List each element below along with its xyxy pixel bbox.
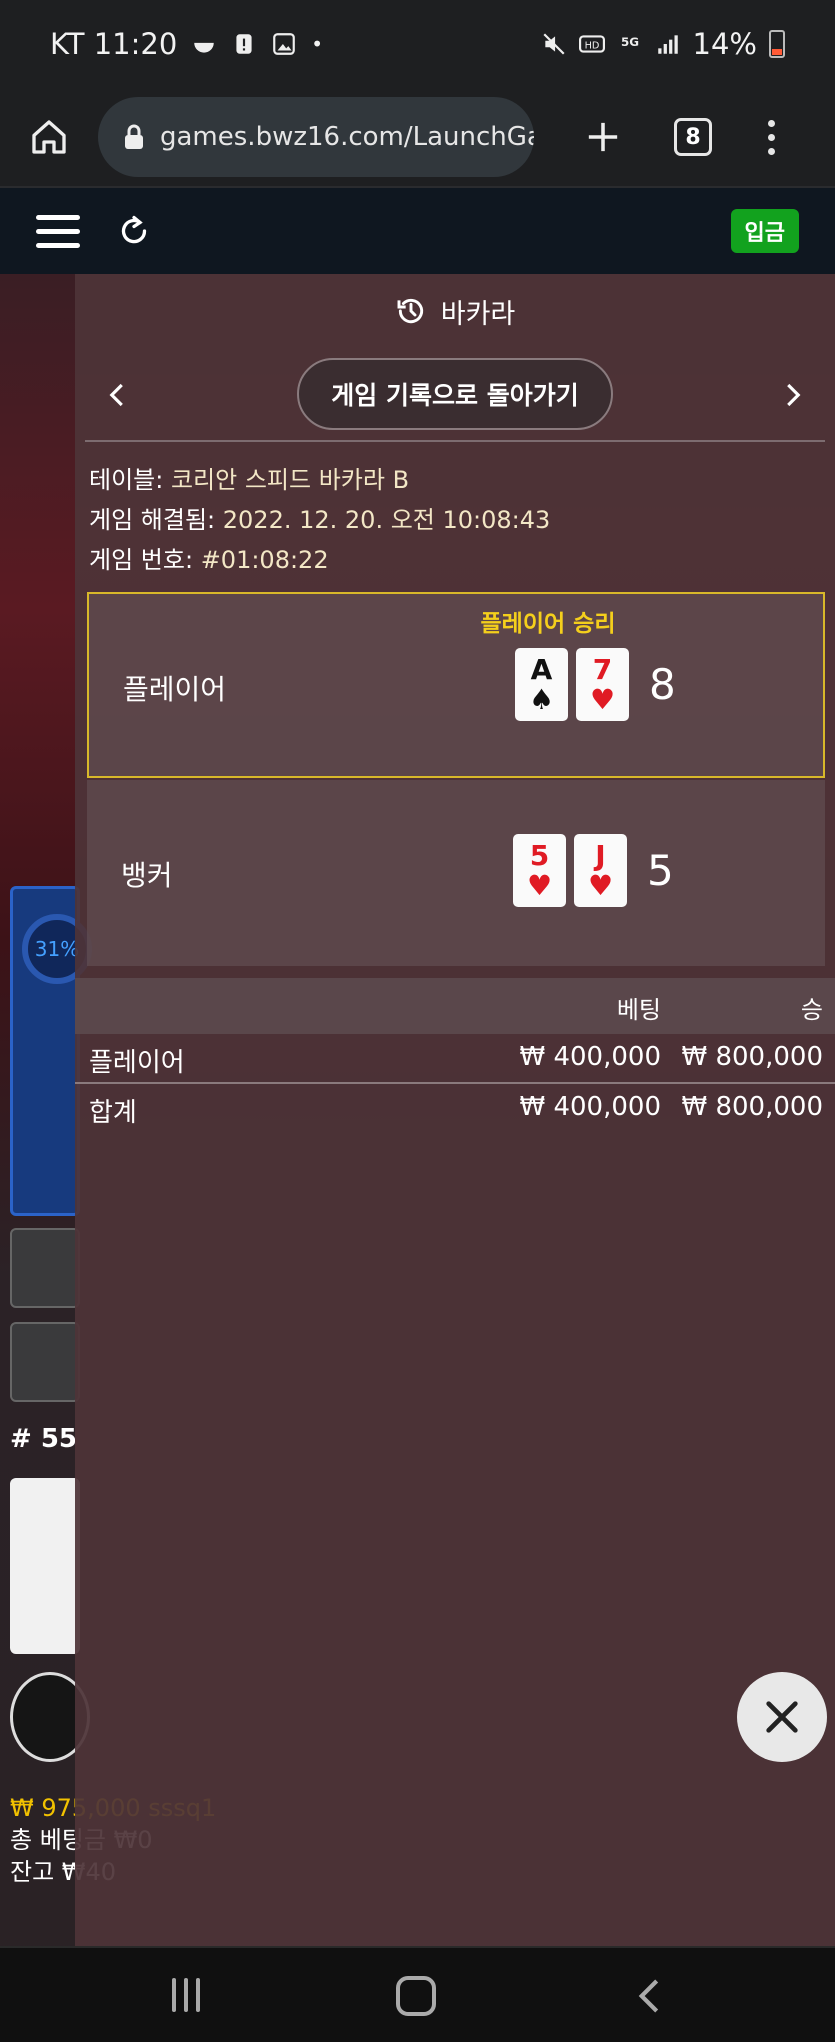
- bets-table-header: 베팅 승: [75, 978, 835, 1034]
- resolved-value: 2022. 12. 20. 오전 10:08:43: [222, 506, 551, 534]
- banker-hand: 뱅커 5 ♥ J ♥ 5: [87, 780, 825, 966]
- bet-amount: ₩ 400,000: [519, 1042, 662, 1072]
- banker-cards: 5 ♥ J ♥ 5: [513, 834, 674, 907]
- playing-card: A ♠: [515, 648, 568, 721]
- more-dot-icon: [767, 133, 775, 141]
- notification-bowl-icon: [194, 42, 215, 53]
- table-row: 합계 ₩ 400,000 ₩ 800,000: [75, 1084, 835, 1132]
- mute-icon: [543, 33, 565, 55]
- game-number-value: #01:08:22: [200, 546, 329, 574]
- panel-nav-row: 게임 기록으로 돌아가기: [75, 358, 835, 434]
- hd-icon: HD: [578, 35, 605, 53]
- bg-progress-label: 31%: [34, 937, 80, 961]
- close-icon: [766, 1701, 798, 1733]
- 5g-icon: 5G: [621, 35, 639, 49]
- lock-icon: [125, 124, 143, 149]
- banker-score: 5: [647, 846, 674, 895]
- hamburger-line: [36, 228, 80, 234]
- player-win-label: 플레이어 승리: [480, 611, 616, 637]
- total-bet-amount: ₩ 400,000: [519, 1092, 662, 1122]
- player-score: 8: [649, 660, 676, 709]
- chevron-left-icon[interactable]: [103, 380, 133, 410]
- playing-card: J ♥: [574, 834, 627, 907]
- player-hand-label: 플레이어: [123, 673, 227, 706]
- system-home-button[interactable]: [396, 1976, 436, 2016]
- address-bar[interactable]: games.bwz16.com/LaunchGar: [98, 97, 534, 177]
- home-button[interactable]: [14, 102, 84, 172]
- game-number-info: 게임 번호: #01:08:22: [89, 540, 329, 575]
- table-value: 코리안 스피드 바카라 B: [170, 466, 410, 494]
- playing-card: 5 ♥: [513, 834, 566, 907]
- url-text: games.bwz16.com/LaunchGar: [160, 122, 534, 152]
- divider: [85, 440, 825, 442]
- close-button[interactable]: [737, 1672, 827, 1762]
- deposit-button[interactable]: 입금: [730, 209, 799, 253]
- home-icon: [32, 120, 66, 154]
- chevron-right-icon[interactable]: [777, 380, 807, 410]
- plus-icon: [588, 122, 618, 152]
- signal-icon: [657, 35, 678, 54]
- tab-count: 8: [685, 124, 701, 150]
- app-header: 입금: [0, 188, 835, 274]
- status-bar: KT 11:20 • HD 5G 14%: [0, 0, 835, 88]
- resolved-label: 게임 해결됨:: [89, 506, 216, 534]
- total-win-amount: ₩ 800,000: [681, 1092, 824, 1122]
- heart-icon: ♥: [589, 682, 616, 716]
- heart-icon: ♥: [587, 868, 614, 902]
- bg-side-button: [10, 1228, 80, 1308]
- browser-menu-button[interactable]: [756, 119, 786, 155]
- win-column-header: 승: [800, 996, 823, 1024]
- hamburger-line: [36, 214, 80, 220]
- table-label: 테이블:: [89, 466, 164, 494]
- card-rank: A: [530, 652, 553, 686]
- system-back-icon[interactable]: [630, 1976, 670, 2016]
- spade-icon: ♠: [528, 682, 555, 716]
- svg-text:HD: HD: [584, 40, 599, 51]
- gallery-icon: [273, 33, 296, 55]
- table-row: 플레이어 ₩ 400,000 ₩ 800,000: [75, 1034, 835, 1082]
- bg-shoe-number: # 55: [10, 1424, 78, 1454]
- bg-bead-road: [10, 1478, 80, 1654]
- table-info: 테이블: 코리안 스피드 바카라 B: [89, 460, 409, 495]
- bet-column-header: 베팅: [616, 996, 661, 1024]
- hamburger-menu-button[interactable]: [36, 214, 80, 248]
- playing-card: 7 ♥: [576, 648, 629, 721]
- card-rank: 5: [529, 838, 550, 872]
- resolved-info: 게임 해결됨: 2022. 12. 20. 오전 10:08:43: [89, 500, 550, 535]
- banker-hand-label: 뱅커: [121, 859, 173, 892]
- recent-bar-icon: [184, 1978, 188, 2012]
- browser-toolbar: games.bwz16.com/LaunchGar 8: [0, 88, 835, 188]
- dot-icon: •: [311, 32, 324, 56]
- total-label: 합계: [89, 1098, 137, 1128]
- battery-icon: [769, 30, 785, 58]
- alert-icon: [236, 34, 252, 54]
- panel-title-text: 바카라: [440, 298, 516, 330]
- refresh-icon[interactable]: [116, 213, 152, 249]
- card-rank: J: [595, 838, 606, 872]
- recent-bar-icon: [172, 1978, 176, 2012]
- system-nav-bar: [0, 1946, 835, 2042]
- tab-switcher-button[interactable]: 8: [674, 118, 712, 156]
- bg-side-button: [10, 1322, 80, 1402]
- svg-text:5G: 5G: [621, 35, 639, 49]
- hamburger-line: [36, 242, 80, 248]
- new-tab-button[interactable]: [578, 112, 628, 162]
- game-history-panel: 바카라 게임 기록으로 돌아가기 테이블: 코리안 스피드 바카라 B 게임 해…: [75, 274, 835, 1946]
- recent-apps-button[interactable]: [168, 1978, 204, 2014]
- history-icon: [397, 298, 423, 324]
- card-rank: 7: [592, 652, 613, 686]
- game-number-label: 게임 번호:: [89, 546, 194, 574]
- more-dot-icon: [767, 119, 775, 127]
- back-to-history-button[interactable]: 게임 기록으로 돌아가기: [297, 358, 613, 430]
- player-hand: 플레이어 승리 플레이어 A ♠ 7 ♥ 8: [87, 592, 825, 778]
- player-cards: A ♠ 7 ♥ 8: [515, 648, 676, 721]
- more-dot-icon: [767, 147, 775, 155]
- recent-bar-icon: [196, 1978, 200, 2012]
- battery-percent: 14%: [692, 27, 757, 61]
- win-amount: ₩ 800,000: [681, 1042, 824, 1072]
- bet-name: 플레이어: [89, 1048, 185, 1078]
- status-time: KT 11:20: [50, 27, 178, 61]
- heart-icon: ♥: [526, 868, 553, 902]
- panel-title: 바카라: [75, 274, 835, 348]
